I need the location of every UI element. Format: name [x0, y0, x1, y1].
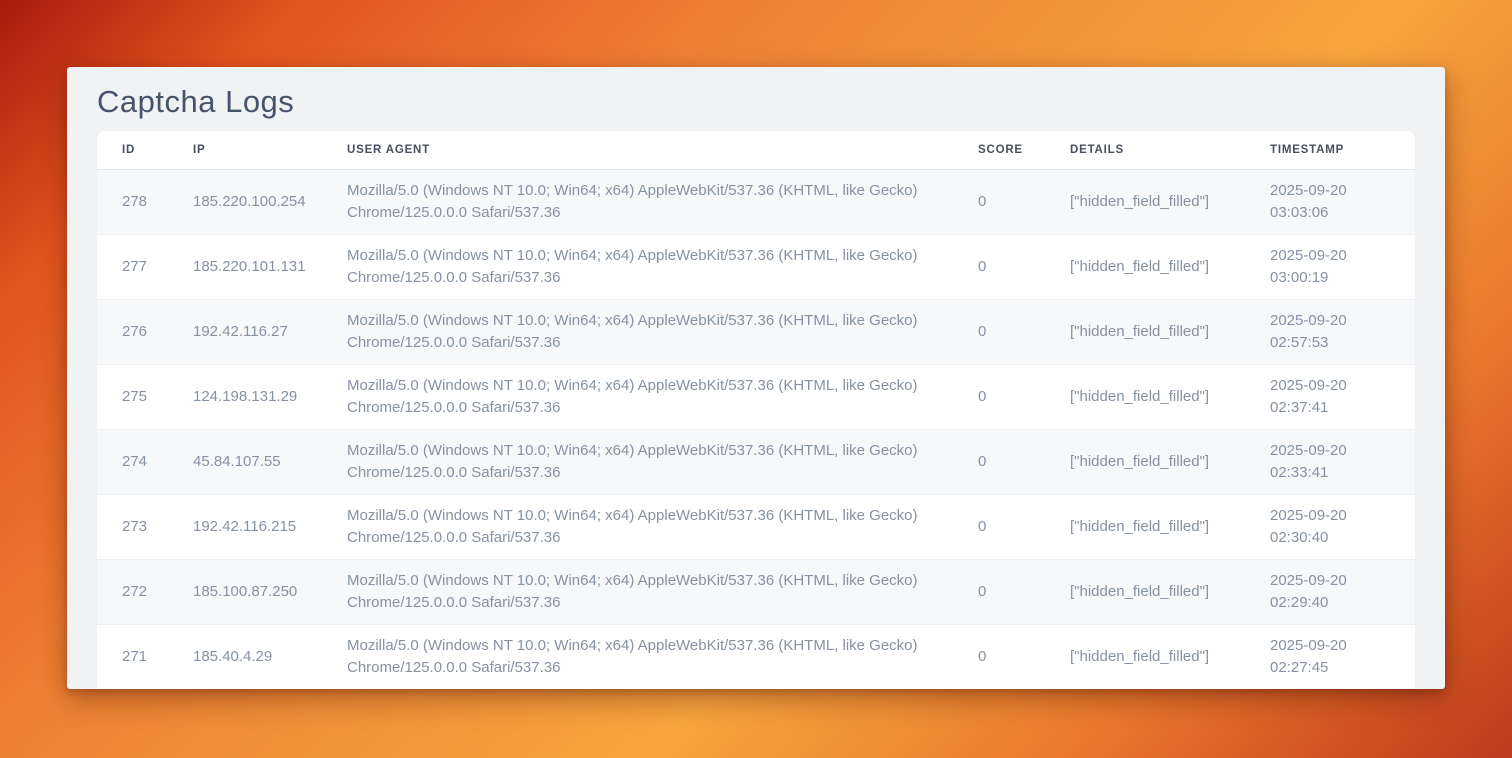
cell-score: 0: [953, 494, 1045, 559]
cell-timestamp: 2025-09-20 03:00:19: [1245, 234, 1415, 299]
log-row-277: 277185.220.101.131Mozilla/5.0 (Windows N…: [97, 234, 1415, 299]
log-row-278: 278185.220.100.254Mozilla/5.0 (Windows N…: [97, 169, 1415, 234]
cell-timestamp: 2025-09-20 02:33:41: [1245, 429, 1415, 494]
log-row-276: 276192.42.116.27Mozilla/5.0 (Windows NT …: [97, 299, 1415, 364]
cell-score: 0: [953, 429, 1045, 494]
cell-timestamp: 2025-09-20 02:27:45: [1245, 624, 1415, 689]
cell-score: 0: [953, 299, 1045, 364]
captcha-logs-card: Captcha Logs IDIPUSER AGENTSCOREDETAILST…: [67, 67, 1445, 689]
cell-details: ["hidden_field_filled"]: [1045, 364, 1245, 429]
cell-details: ["hidden_field_filled"]: [1045, 169, 1245, 234]
cell-user_agent: Mozilla/5.0 (Windows NT 10.0; Win64; x64…: [322, 169, 953, 234]
logs-table: IDIPUSER AGENTSCOREDETAILSTIMESTAMP 2781…: [97, 131, 1415, 689]
table-body: 278185.220.100.254Mozilla/5.0 (Windows N…: [97, 169, 1415, 689]
cell-ip: 192.42.116.27: [168, 299, 322, 364]
cell-timestamp: 2025-09-20 02:57:53: [1245, 299, 1415, 364]
cell-score: 0: [953, 364, 1045, 429]
cell-score: 0: [953, 624, 1045, 689]
cell-id: 277: [97, 234, 168, 299]
cell-id: 276: [97, 299, 168, 364]
cell-details: ["hidden_field_filled"]: [1045, 299, 1245, 364]
cell-id: 274: [97, 429, 168, 494]
cell-ip: 124.198.131.29: [168, 364, 322, 429]
cell-user_agent: Mozilla/5.0 (Windows NT 10.0; Win64; x64…: [322, 299, 953, 364]
column-header-ip: IP: [168, 131, 322, 169]
log-row-273: 273192.42.116.215Mozilla/5.0 (Windows NT…: [97, 494, 1415, 559]
cell-user_agent: Mozilla/5.0 (Windows NT 10.0; Win64; x64…: [322, 624, 953, 689]
cell-score: 0: [953, 559, 1045, 624]
cell-timestamp: 2025-09-20 02:37:41: [1245, 364, 1415, 429]
cell-id: 275: [97, 364, 168, 429]
cell-details: ["hidden_field_filled"]: [1045, 234, 1245, 299]
cell-user_agent: Mozilla/5.0 (Windows NT 10.0; Win64; x64…: [322, 364, 953, 429]
cell-score: 0: [953, 234, 1045, 299]
cell-timestamp: 2025-09-20 03:03:06: [1245, 169, 1415, 234]
cell-ip: 185.220.100.254: [168, 169, 322, 234]
cell-ip: 185.100.87.250: [168, 559, 322, 624]
cell-ip: 192.42.116.215: [168, 494, 322, 559]
column-header-score: SCORE: [953, 131, 1045, 169]
column-header-id: ID: [97, 131, 168, 169]
cell-user_agent: Mozilla/5.0 (Windows NT 10.0; Win64; x64…: [322, 494, 953, 559]
cell-user_agent: Mozilla/5.0 (Windows NT 10.0; Win64; x64…: [322, 429, 953, 494]
cell-details: ["hidden_field_filled"]: [1045, 624, 1245, 689]
log-row-271: 271185.40.4.29Mozilla/5.0 (Windows NT 10…: [97, 624, 1415, 689]
cell-timestamp: 2025-09-20 02:30:40: [1245, 494, 1415, 559]
column-header-timestamp: TIMESTAMP: [1245, 131, 1415, 169]
cell-id: 272: [97, 559, 168, 624]
cell-id: 278: [97, 169, 168, 234]
column-header-user_agent: USER AGENT: [322, 131, 953, 169]
cell-user_agent: Mozilla/5.0 (Windows NT 10.0; Win64; x64…: [322, 559, 953, 624]
log-row-275: 275124.198.131.29Mozilla/5.0 (Windows NT…: [97, 364, 1415, 429]
page-background: { "page": { "title": "Captcha Logs" }, "…: [0, 0, 1512, 758]
cell-id: 273: [97, 494, 168, 559]
cell-user_agent: Mozilla/5.0 (Windows NT 10.0; Win64; x64…: [322, 234, 953, 299]
cell-ip: 45.84.107.55: [168, 429, 322, 494]
cell-timestamp: 2025-09-20 02:29:40: [1245, 559, 1415, 624]
cell-ip: 185.220.101.131: [168, 234, 322, 299]
cell-details: ["hidden_field_filled"]: [1045, 429, 1245, 494]
cell-details: ["hidden_field_filled"]: [1045, 494, 1245, 559]
log-row-272: 272185.100.87.250Mozilla/5.0 (Windows NT…: [97, 559, 1415, 624]
cell-details: ["hidden_field_filled"]: [1045, 559, 1245, 624]
cell-id: 271: [97, 624, 168, 689]
log-row-274: 27445.84.107.55Mozilla/5.0 (Windows NT 1…: [97, 429, 1415, 494]
cell-ip: 185.40.4.29: [168, 624, 322, 689]
cell-score: 0: [953, 169, 1045, 234]
page-title: Captcha Logs: [67, 67, 1445, 131]
column-header-details: DETAILS: [1045, 131, 1245, 169]
table-header-row: IDIPUSER AGENTSCOREDETAILSTIMESTAMP: [97, 131, 1415, 169]
logs-table-container: IDIPUSER AGENTSCOREDETAILSTIMESTAMP 2781…: [97, 131, 1415, 689]
